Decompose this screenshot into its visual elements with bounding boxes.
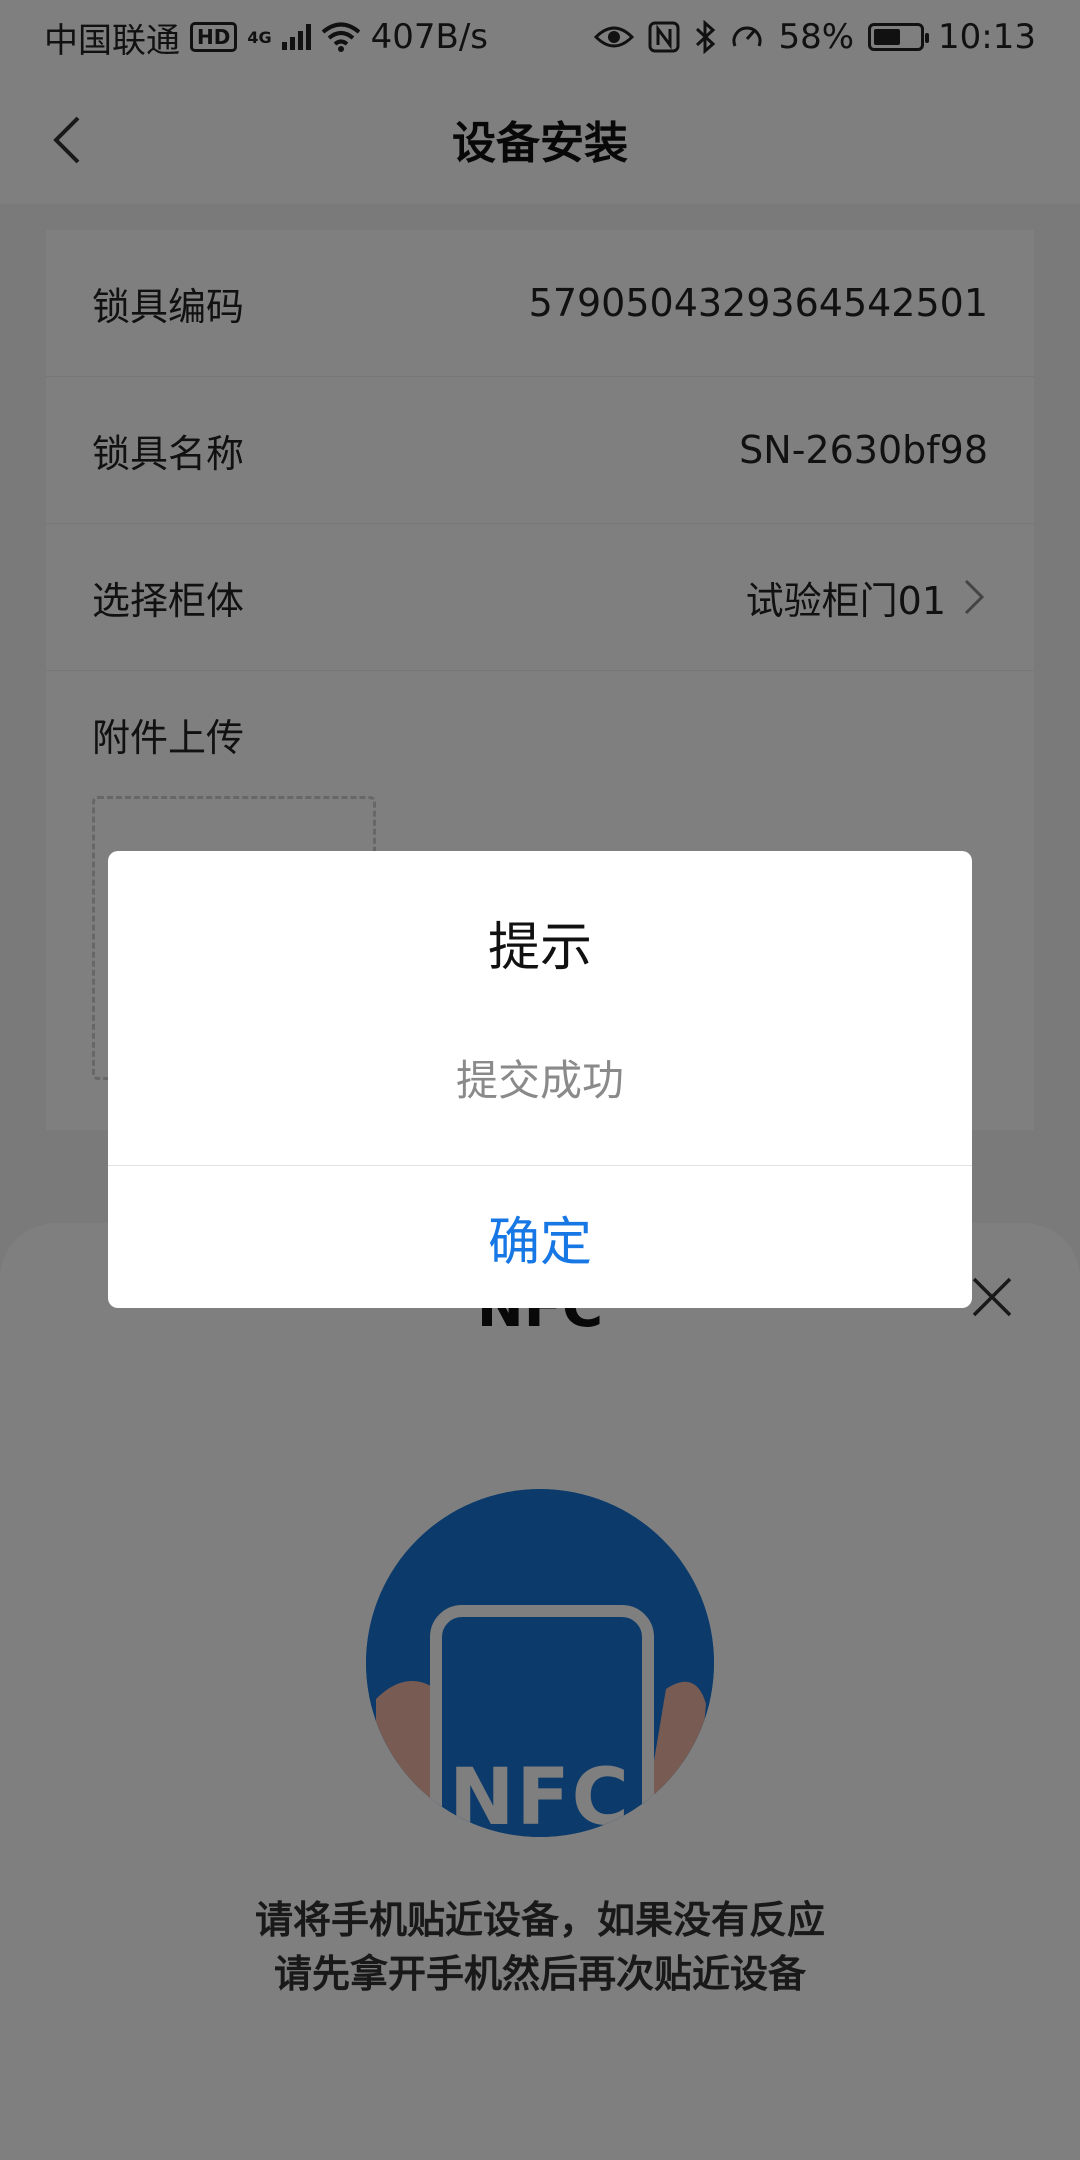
dialog-message: 提交成功	[455, 1056, 624, 1105]
alert-dialog: 提示 提交成功 确定	[108, 851, 972, 1308]
confirm-button[interactable]: 确定	[108, 1166, 972, 1308]
dialog-title: 提示	[487, 918, 592, 978]
